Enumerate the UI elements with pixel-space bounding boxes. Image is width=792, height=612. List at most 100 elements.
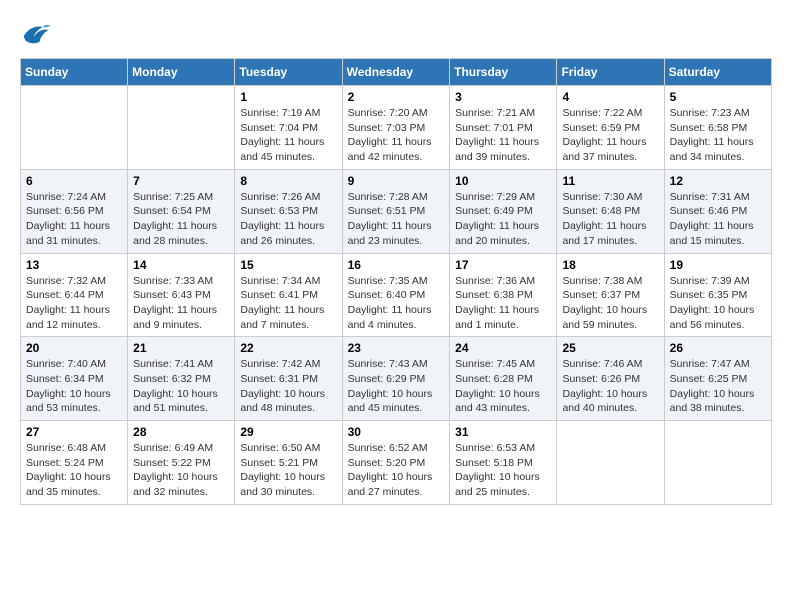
day-number: 5 [670,90,766,104]
calendar-week-row: 13Sunrise: 7:32 AMSunset: 6:44 PMDayligh… [21,253,772,337]
day-number: 28 [133,425,229,439]
day-info: Sunrise: 7:36 AMSunset: 6:38 PMDaylight:… [455,274,551,333]
calendar-week-row: 1Sunrise: 7:19 AMSunset: 7:04 PMDaylight… [21,86,772,170]
calendar-cell: 5 Sunrise: 7:23 AMSunset: 6:58 PMDaylight… [664,86,771,170]
day-number: 13 [26,258,122,272]
day-number: 31 [455,425,551,439]
day-number: 9 [348,174,445,188]
weekday-header: Thursday [450,59,557,86]
day-number: 12 [670,174,766,188]
calendar-cell: 4 Sunrise: 7:22 AMSunset: 6:59 PMDaylight… [557,86,664,170]
day-info: Sunrise: 6:48 AMSunset: 5:24 PMDaylight:… [26,441,122,500]
weekday-header: Sunday [21,59,128,86]
day-info: Sunrise: 6:49 AMSunset: 5:22 PMDaylight:… [133,441,229,500]
calendar-cell: 13Sunrise: 7:32 AMSunset: 6:44 PMDayligh… [21,253,128,337]
day-info: Sunrise: 7:40 AMSunset: 6:34 PMDaylight:… [26,357,122,416]
day-number: 27 [26,425,122,439]
day-number: 21 [133,341,229,355]
calendar-cell: 2Sunrise: 7:20 AMSunset: 7:03 PMDaylight… [342,86,450,170]
calendar-cell: 15 Sunrise: 7:34 AMSunset: 6:41 PMDayligh… [235,253,342,337]
calendar-header-row: SundayMondayTuesdayWednesdayThursdayFrid… [21,59,772,86]
calendar-cell: 19 Sunrise: 7:39 AMSunset: 6:35 PMDayligh… [664,253,771,337]
day-info: Sunrise: 6:50 AMSunset: 5:21 PMDaylight:… [240,441,336,500]
calendar-cell: 25 Sunrise: 7:46 AMSunset: 6:26 PMDayligh… [557,337,664,421]
calendar-cell: 24Sunrise: 7:45 AMSunset: 6:28 PMDayligh… [450,337,557,421]
day-number: 19 [670,258,766,272]
calendar-cell: 6 Sunrise: 7:24 AMSunset: 6:56 PMDaylight… [21,169,128,253]
calendar-cell [664,421,771,505]
calendar-cell: 8Sunrise: 7:26 AMSunset: 6:53 PMDaylight… [235,169,342,253]
weekday-header: Monday [128,59,235,86]
day-info: Sunrise: 7:43 AMSunset: 6:29 PMDaylight:… [348,357,445,416]
day-info: Sunrise: 7:25 AMSunset: 6:54 PMDaylight:… [133,190,229,249]
calendar-cell: 3 Sunrise: 7:21 AMSunset: 7:01 PMDaylight… [450,86,557,170]
calendar-cell: 31 Sunrise: 6:53 AMSunset: 5:18 PMDayligh… [450,421,557,505]
day-number: 7 [133,174,229,188]
day-info: Sunrise: 7:47 AMSunset: 6:25 PMDaylight:… [670,357,766,416]
day-info: Sunrise: 7:20 AMSunset: 7:03 PMDaylight:… [348,106,445,165]
calendar-cell: 28 Sunrise: 6:49 AMSunset: 5:22 PMDayligh… [128,421,235,505]
day-info: Sunrise: 7:29 AMSunset: 6:49 PMDaylight:… [455,190,551,249]
day-number: 15 [240,258,336,272]
calendar-week-row: 20 Sunrise: 7:40 AMSunset: 6:34 PMDayligh… [21,337,772,421]
day-number: 18 [562,258,658,272]
calendar-cell: 23Sunrise: 7:43 AMSunset: 6:29 PMDayligh… [342,337,450,421]
day-info: Sunrise: 7:46 AMSunset: 6:26 PMDaylight:… [562,357,658,416]
day-number: 29 [240,425,336,439]
day-number: 26 [670,341,766,355]
calendar-table: SundayMondayTuesdayWednesdayThursdayFrid… [20,58,772,505]
day-info: Sunrise: 7:35 AMSunset: 6:40 PMDaylight:… [348,274,445,333]
day-info: Sunrise: 7:22 AMSunset: 6:59 PMDaylight:… [562,106,658,165]
page-header [20,20,772,48]
day-info: Sunrise: 7:45 AMSunset: 6:28 PMDaylight:… [455,357,551,416]
day-info: Sunrise: 7:41 AMSunset: 6:32 PMDaylight:… [133,357,229,416]
day-info: Sunrise: 7:34 AMSunset: 6:41 PMDaylight:… [240,274,336,333]
day-info: Sunrise: 7:42 AMSunset: 6:31 PMDaylight:… [240,357,336,416]
day-info: Sunrise: 7:21 AMSunset: 7:01 PMDaylight:… [455,106,551,165]
calendar-cell [128,86,235,170]
day-number: 17 [455,258,551,272]
weekday-header: Saturday [664,59,771,86]
calendar-week-row: 27 Sunrise: 6:48 AMSunset: 5:24 PMDayligh… [21,421,772,505]
calendar-cell [21,86,128,170]
weekday-header: Friday [557,59,664,86]
day-info: Sunrise: 6:53 AMSunset: 5:18 PMDaylight:… [455,441,551,500]
calendar-cell: 7 Sunrise: 7:25 AMSunset: 6:54 PMDaylight… [128,169,235,253]
calendar-cell: 16Sunrise: 7:35 AMSunset: 6:40 PMDayligh… [342,253,450,337]
day-info: Sunrise: 7:23 AMSunset: 6:58 PMDaylight:… [670,106,766,165]
day-number: 20 [26,341,122,355]
calendar-cell: 10Sunrise: 7:29 AMSunset: 6:49 PMDayligh… [450,169,557,253]
day-info: Sunrise: 7:38 AMSunset: 6:37 PMDaylight:… [562,274,658,333]
day-number: 25 [562,341,658,355]
calendar-cell: 17 Sunrise: 7:36 AMSunset: 6:38 PMDayligh… [450,253,557,337]
day-number: 4 [562,90,658,104]
calendar-cell: 11 Sunrise: 7:30 AMSunset: 6:48 PMDayligh… [557,169,664,253]
day-info: Sunrise: 7:26 AMSunset: 6:53 PMDaylight:… [240,190,336,249]
calendar-cell: 14 Sunrise: 7:33 AMSunset: 6:43 PMDayligh… [128,253,235,337]
calendar-cell: 29 Sunrise: 6:50 AMSunset: 5:21 PMDayligh… [235,421,342,505]
calendar-week-row: 6 Sunrise: 7:24 AMSunset: 6:56 PMDaylight… [21,169,772,253]
calendar-cell: 27 Sunrise: 6:48 AMSunset: 5:24 PMDayligh… [21,421,128,505]
logo-bird-icon [20,20,50,48]
day-info: Sunrise: 7:24 AMSunset: 6:56 PMDaylight:… [26,190,122,249]
calendar-cell: 9 Sunrise: 7:28 AMSunset: 6:51 PMDaylight… [342,169,450,253]
day-number: 22 [240,341,336,355]
day-number: 3 [455,90,551,104]
day-info: Sunrise: 7:31 AMSunset: 6:46 PMDaylight:… [670,190,766,249]
day-info: Sunrise: 6:52 AMSunset: 5:20 PMDaylight:… [348,441,445,500]
weekday-header: Wednesday [342,59,450,86]
calendar-cell: 21 Sunrise: 7:41 AMSunset: 6:32 PMDayligh… [128,337,235,421]
calendar-cell: 20 Sunrise: 7:40 AMSunset: 6:34 PMDayligh… [21,337,128,421]
day-number: 1 [240,90,336,104]
calendar-cell: 1Sunrise: 7:19 AMSunset: 7:04 PMDaylight… [235,86,342,170]
day-number: 11 [562,174,658,188]
day-number: 14 [133,258,229,272]
day-info: Sunrise: 7:30 AMSunset: 6:48 PMDaylight:… [562,190,658,249]
calendar-cell: 18 Sunrise: 7:38 AMSunset: 6:37 PMDayligh… [557,253,664,337]
day-number: 6 [26,174,122,188]
day-info: Sunrise: 7:28 AMSunset: 6:51 PMDaylight:… [348,190,445,249]
day-info: Sunrise: 7:39 AMSunset: 6:35 PMDaylight:… [670,274,766,333]
day-info: Sunrise: 7:33 AMSunset: 6:43 PMDaylight:… [133,274,229,333]
logo [20,20,54,48]
calendar-cell [557,421,664,505]
